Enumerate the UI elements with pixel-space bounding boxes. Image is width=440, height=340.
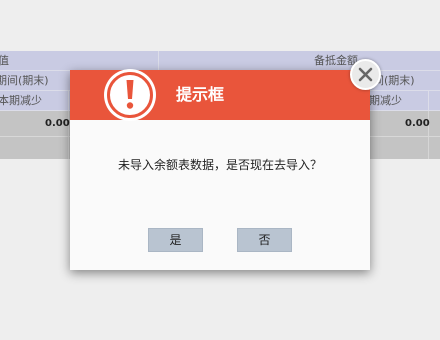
dialog-title: 提示框: [176, 85, 225, 104]
value-cell-left: 0.00: [45, 118, 70, 129]
confirm-dialog: 提示框 未导入余额表数据，是否现在去导入？ 是 否: [70, 69, 370, 270]
close-button[interactable]: [350, 59, 381, 90]
period-end-left: 期间(期末): [0, 74, 49, 87]
no-button[interactable]: 否: [237, 228, 292, 252]
header-left-cell: 值: [0, 54, 9, 67]
yes-button[interactable]: 是: [148, 228, 203, 252]
close-icon: [358, 67, 373, 82]
dialog-message: 未导入余额表数据，是否现在去导入？: [117, 158, 322, 172]
decrease-left: 本期减少: [0, 94, 42, 107]
dialog-header: 提示框: [70, 69, 370, 121]
value-cell-right: 0.00: [405, 118, 430, 129]
exclamation-circle-icon: [104, 69, 156, 121]
